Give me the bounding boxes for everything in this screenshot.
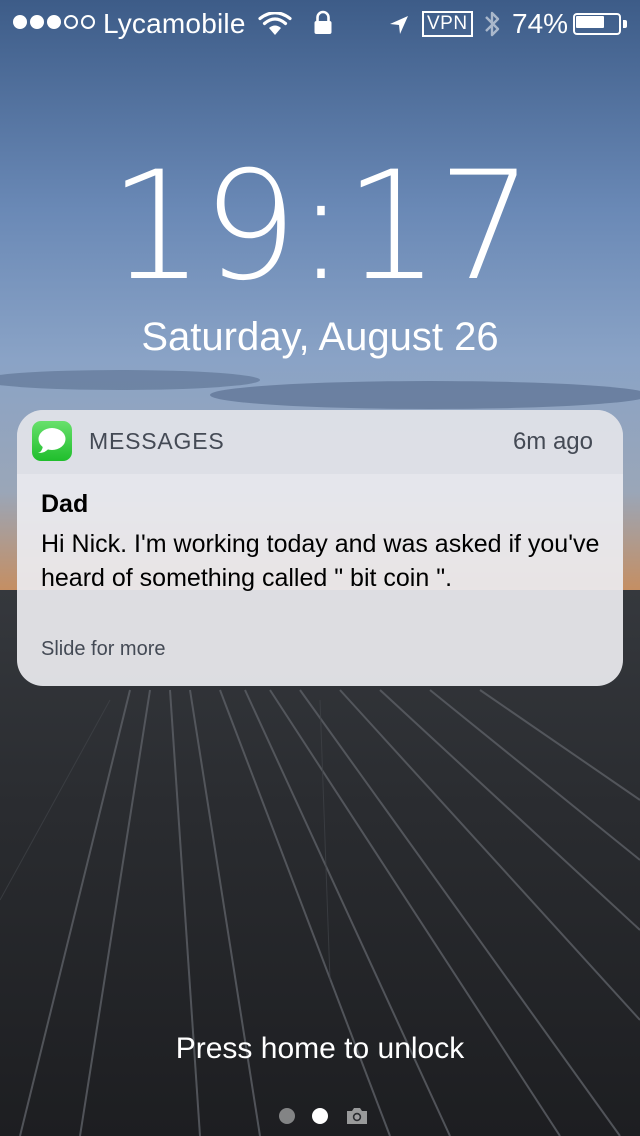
- battery-tip: [623, 20, 627, 28]
- location-arrow-icon: [388, 12, 410, 43]
- page-dot-active[interactable]: [312, 1108, 328, 1124]
- battery-icon: [573, 13, 629, 35]
- signal-dot: [13, 15, 27, 29]
- notification-sender: Dad: [41, 490, 89, 518]
- orientation-lock-icon: [313, 10, 333, 43]
- notification-header: MESSAGES 6m ago: [17, 410, 623, 474]
- camera-icon[interactable]: [345, 1106, 369, 1131]
- wifi-icon: [258, 11, 292, 43]
- notification-message: Hi Nick. I'm working today and was asked…: [41, 530, 600, 592]
- status-bar: Lycamobile VPN 74%: [0, 0, 640, 48]
- message-notification[interactable]: MESSAGES 6m ago Dad Hi Nick. I'm working…: [17, 410, 623, 686]
- battery-percent: 74%: [512, 8, 569, 39]
- page-dot[interactable]: [279, 1108, 295, 1124]
- bluetooth-icon: [483, 9, 501, 46]
- notification-hint: Slide for more: [41, 638, 166, 660]
- vpn-badge: VPN: [422, 11, 473, 37]
- carrier-name: Lycamobile: [103, 8, 246, 39]
- signal-strength-indicator: [13, 15, 95, 29]
- signal-dot: [47, 15, 61, 29]
- page-indicator: [277, 1105, 373, 1127]
- signal-dot: [30, 15, 44, 29]
- lock-screen-date: Saturday, August 26: [141, 315, 499, 359]
- battery-level-fill: [576, 16, 604, 28]
- lock-screen-time: 19:17: [108, 140, 533, 314]
- signal-dot: [64, 15, 78, 29]
- unlock-instruction: Press home to unlock: [175, 1032, 465, 1065]
- signal-dot: [81, 15, 95, 29]
- notification-time: 6m ago: [512, 428, 593, 455]
- messages-icon: [32, 421, 72, 461]
- notification-app-name: MESSAGES: [89, 428, 225, 454]
